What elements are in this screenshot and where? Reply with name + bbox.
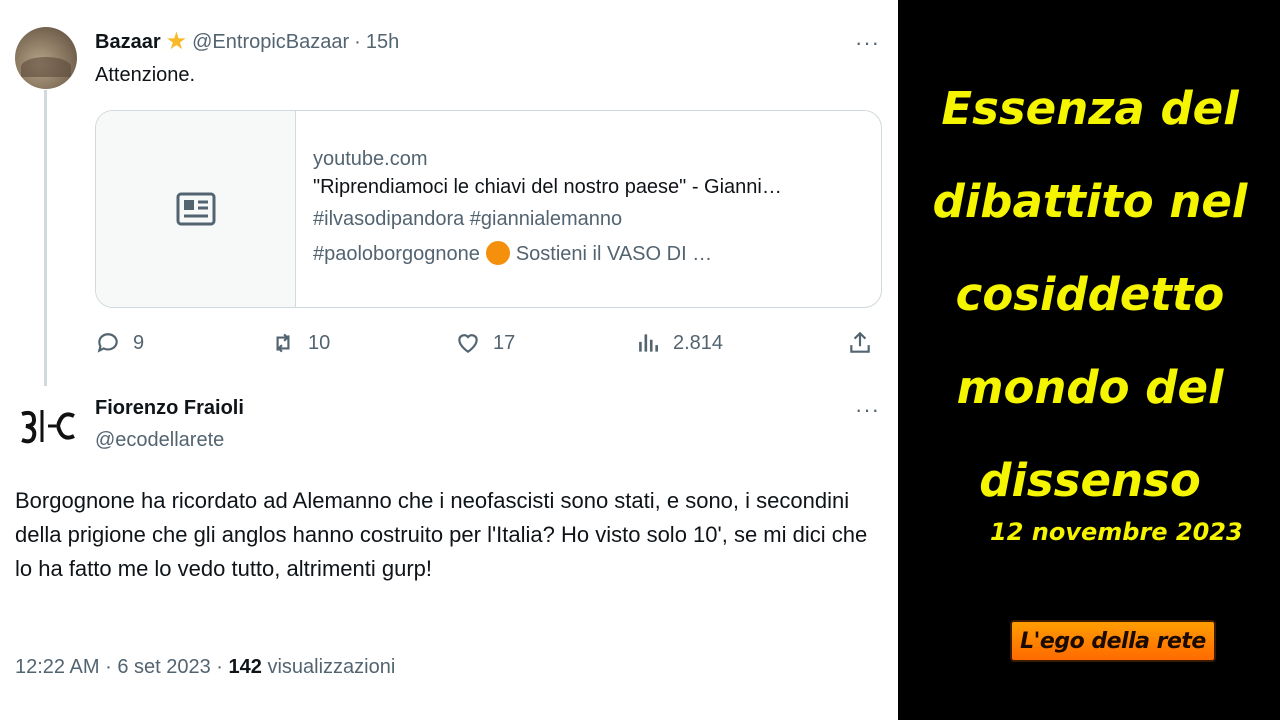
separator: · — [354, 30, 361, 53]
views-action[interactable]: 2.814 — [635, 330, 723, 356]
views-chart-icon — [639, 334, 658, 352]
card-desc-text: Sostieni il VASO DI … — [515, 243, 713, 265]
article-icon — [176, 192, 215, 226]
retweet-icon — [276, 333, 290, 353]
heart-icon — [458, 334, 478, 353]
card-desc-line1: #ilvasodipandora #giannialemanno — [313, 208, 623, 230]
headline-line: dibattito nel — [932, 175, 1248, 228]
card-domain: youtube.com — [313, 148, 428, 170]
retweet-count: 10 — [308, 331, 331, 354]
video-headline: Essenza del dibattito nel cosiddetto mon… — [905, 62, 1275, 527]
tweet1-actions: 9 10 17 2.814 — [95, 330, 885, 360]
separator: · — [216, 656, 223, 678]
ecodellarete-logo-icon — [21, 410, 75, 444]
tweet1-timestamp[interactable]: 15h — [366, 31, 399, 54]
tweet2-text: Borgognone ha ricordato ad Alemanno che … — [15, 488, 868, 581]
headline-line: mondo del — [956, 361, 1224, 414]
tweet2-author-handle[interactable]: @ecodellarete — [95, 429, 224, 452]
card-title: "Riprendiamoci le chiavi del nostro paes… — [313, 176, 782, 198]
share-icon — [850, 331, 870, 353]
tweet1-author-name[interactable]: Bazaar — [95, 31, 161, 54]
ecodellarete-avatar[interactable] — [17, 395, 79, 457]
views-count: 2.814 — [673, 331, 724, 354]
reply-count: 9 — [133, 331, 145, 354]
card-desc-hashtag: #paoloborgognone — [313, 243, 480, 265]
card-thumbnail — [96, 111, 296, 307]
bazaar-avatar[interactable] — [15, 27, 77, 89]
orange-circle-icon — [485, 241, 510, 265]
retweet-action[interactable]: 10 — [270, 330, 330, 356]
link-card[interactable]: youtube.com "Riprendiamoci le chiavi del… — [95, 110, 882, 308]
headline-line: Essenza del — [941, 82, 1239, 135]
reply-icon — [97, 333, 118, 353]
reply-action[interactable]: 9 — [95, 330, 144, 356]
video-date: 12 novembre 2023 — [990, 518, 1243, 546]
tweet1-more-button[interactable]: ··· — [855, 30, 880, 56]
tweet2-date[interactable]: 6 set 2023 — [117, 656, 210, 678]
tweet1-author-handle[interactable]: @EntropicBazaar — [192, 31, 349, 54]
tweet2-views-count: 142 — [228, 656, 262, 678]
tweet2-author-name[interactable]: Fiorenzo Fraioli — [95, 397, 244, 420]
tweet1-header: Bazaar ★ @EntropicBazaar · 15h — [95, 29, 399, 55]
card-desc-line2: #paoloborgognone Sostieni il VASO DI … — [313, 241, 868, 274]
channel-logo-text: L'ego della rete — [1020, 628, 1206, 654]
tweet2-meta: 12:22 AM · 6 set 2023 · 142 visualizzazi… — [15, 656, 395, 679]
headline-line: dissenso — [979, 454, 1201, 507]
channel-logo: L'ego della rete — [1010, 620, 1216, 662]
share-action[interactable] — [847, 330, 873, 356]
tweet2-views-label: visualizzazioni — [267, 656, 396, 678]
tweet2-more-button[interactable]: ··· — [855, 397, 880, 423]
tweet1-text: Attenzione. — [95, 64, 196, 86]
separator: · — [105, 656, 112, 678]
like-count: 17 — [493, 331, 516, 354]
star-icon: ★ — [165, 28, 188, 55]
card-body: youtube.com "Riprendiamoci le chiavi del… — [313, 148, 868, 274]
tweet2-time[interactable]: 12:22 AM — [15, 656, 100, 678]
like-action[interactable]: 17 — [455, 330, 515, 356]
headline-line: cosiddetto — [955, 268, 1225, 321]
thread-line — [44, 90, 47, 386]
tweet-screenshot: Bazaar ★ @EntropicBazaar · 15h ··· Atten… — [0, 0, 898, 720]
